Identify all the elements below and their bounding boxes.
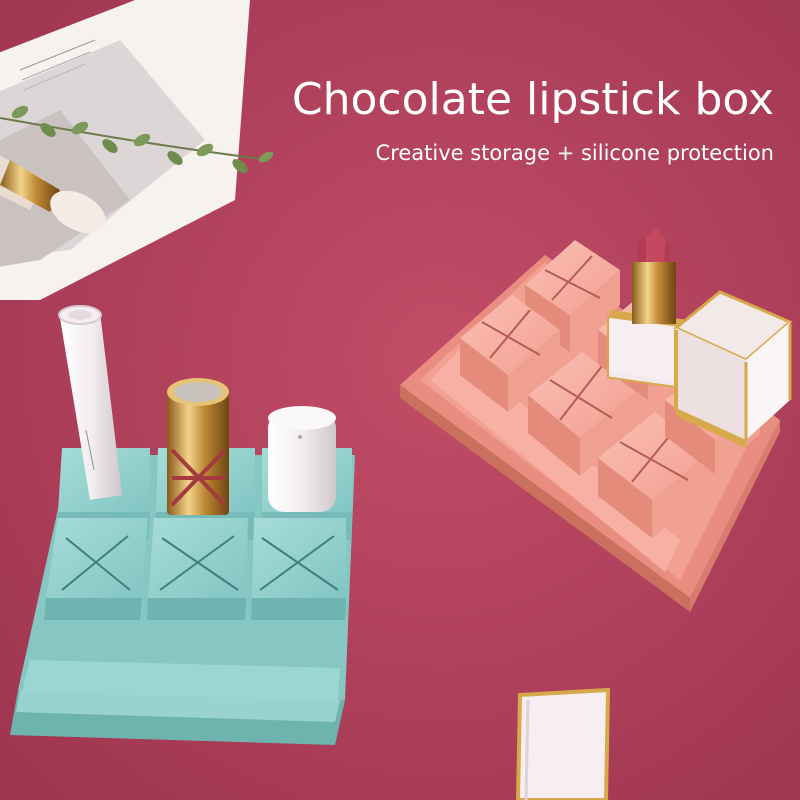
gold-lipstick [167, 378, 229, 515]
teal-cube-front-3 [251, 518, 346, 620]
teal-cube-front-1 [44, 518, 148, 620]
headline: Chocolate lipstick box Creative storage … [292, 72, 774, 168]
white-compact-tube [268, 406, 336, 512]
page-title: Chocolate lipstick box [291, 74, 774, 125]
lipstick-bottom [515, 687, 611, 800]
page-subtitle: Creative storage + silicone protection [375, 141, 774, 165]
teal-cube-front-2 [147, 518, 248, 620]
